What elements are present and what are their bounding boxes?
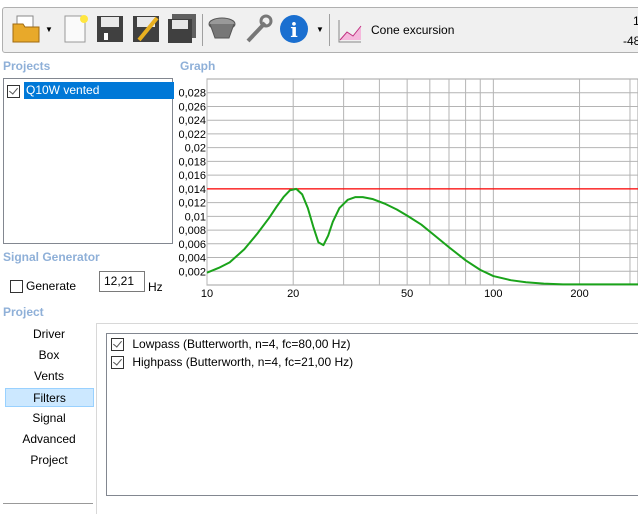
y-tick-label: 0,024 (178, 115, 206, 127)
project-title: Project (3, 305, 44, 319)
cone-excursion-chart: 0,0020,004 0,006 0,008 0,010,012 0,014 0,016 0… (178, 78, 638, 300)
save-all-icon[interactable] (166, 14, 196, 44)
x-tick-label: 10 (201, 288, 213, 300)
x-tick-label: 100 (484, 288, 502, 300)
nav-item-project[interactable]: Project (5, 451, 93, 469)
toolbar: ▼ i ▼ Cone excursion 1 -48 (2, 7, 638, 53)
filter-checkbox[interactable] (111, 356, 124, 370)
nav-item-signal[interactable]: Signal (5, 409, 93, 427)
new-document-icon[interactable] (61, 14, 91, 44)
nav-item-filters[interactable]: Filters (5, 388, 94, 407)
x-tick-label: 50 (401, 288, 413, 300)
frequency-input[interactable]: 12,21 (99, 271, 145, 292)
project-checkbox[interactable] (7, 85, 20, 99)
save-as-icon[interactable] (131, 14, 161, 44)
generate-label: Generate (26, 279, 77, 293)
nav-item-advanced[interactable]: Advanced (5, 430, 93, 448)
y-tick-label: 0,018 (178, 156, 206, 168)
y-tick-label: 0,004 (178, 253, 206, 265)
frequency-unit: Hz (148, 280, 163, 294)
x-tick-label: 20 (287, 288, 299, 300)
filters-list: Lowpass (Butterworth, n=4, fc=80,00 Hz) … (106, 333, 638, 496)
graph-select-button[interactable]: Cone excursion (337, 16, 477, 46)
speaker-driver-icon[interactable] (207, 14, 237, 44)
filter-item[interactable]: Lowpass (Butterworth, n=4, fc=80,00 Hz) (111, 335, 350, 353)
chevron-down-icon[interactable]: ▼ (316, 25, 324, 34)
info-icon[interactable]: i (279, 14, 309, 44)
projects-list: Q10W vented (3, 78, 174, 244)
y-tick-label: 0,02 (185, 143, 206, 155)
nav-item-vents[interactable]: Vents (5, 367, 93, 385)
generate-checkbox[interactable] (10, 280, 23, 294)
nav-item-driver[interactable]: Driver (5, 325, 93, 343)
readout-bottom: -48 (623, 34, 638, 48)
y-tick-label: 0,002 (178, 266, 206, 278)
y-tick-label: 0,028 (178, 88, 206, 100)
readout-top: 1 (633, 14, 638, 28)
filter-item[interactable]: Highpass (Butterworth, n=4, fc=21,00 Hz) (111, 353, 353, 371)
x-tick-label: 200 (570, 288, 588, 300)
nav-item-box[interactable]: Box (5, 346, 93, 364)
svg-text:i: i (290, 18, 298, 42)
y-tick-label: 0,022 (178, 129, 206, 141)
y-tick-label: 0,026 (178, 101, 206, 113)
chevron-down-icon[interactable]: ▼ (45, 25, 53, 34)
graph-select-label: Cone excursion (371, 23, 455, 37)
y-tick-label: 0,006 (178, 239, 206, 251)
projects-title: Projects (3, 59, 51, 73)
y-tick-label: 0,016 (178, 170, 206, 182)
y-tick-label: 0,01 (185, 211, 206, 223)
filter-label: Highpass (Butterworth, n=4, fc=21,00 Hz) (132, 355, 354, 369)
plot-area (206, 78, 638, 286)
save-icon[interactable] (95, 14, 125, 44)
filter-label: Lowpass (Butterworth, n=4, fc=80,00 Hz) (132, 337, 351, 351)
open-folder-icon[interactable] (11, 14, 41, 44)
y-tick-label: 0,014 (178, 184, 206, 196)
y-tick-label: 0,008 (178, 225, 206, 237)
filter-checkbox[interactable] (111, 338, 124, 352)
project-label: Q10W vented (24, 82, 174, 99)
graph-title: Graph (180, 59, 216, 73)
project-item[interactable]: Q10W vented (7, 82, 174, 99)
signal-generator-title: Signal Generator (3, 250, 100, 264)
y-tick-label: 0,012 (178, 198, 206, 210)
chart-icon (338, 20, 362, 43)
wrench-icon[interactable] (243, 14, 273, 44)
